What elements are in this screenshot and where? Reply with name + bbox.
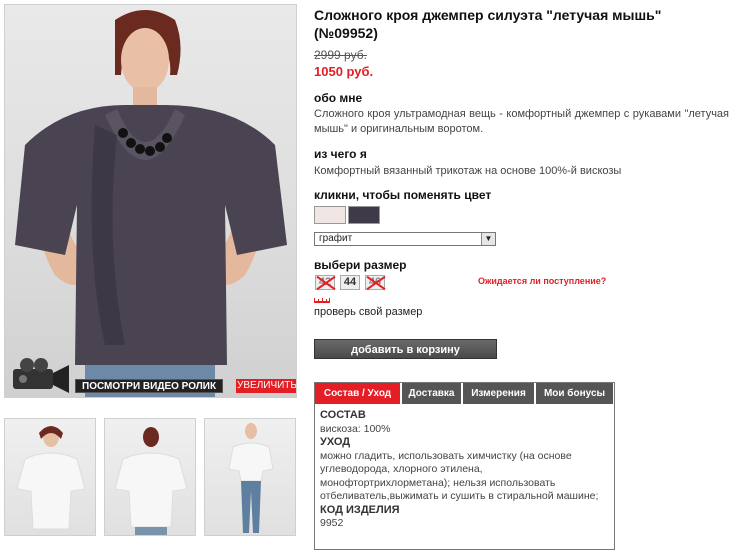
code-heading: КОД ИЗДЕЛИЯ bbox=[320, 503, 400, 516]
size-heading: выбери размер bbox=[314, 258, 407, 272]
product-title: Сложного кроя джемпер силуэта "летучая м… bbox=[314, 7, 662, 41]
tab-content: СОСТАВ вискоза: 100% УХОД можно гладить,… bbox=[320, 409, 608, 531]
tab-row: Состав / Уход Доставка Измерения Мои бон… bbox=[315, 383, 614, 404]
size-option-44[interactable]: 44 bbox=[340, 275, 360, 290]
material-text: Комфортный вязанный трикотаж на основе 1… bbox=[314, 165, 622, 177]
expect-arrival-link[interactable]: Ожидается ли поступление? bbox=[478, 276, 606, 286]
video-bar: ПОСМОТРИ ВИДЕО РОЛИК УВЕЛИЧИТЬ bbox=[5, 358, 296, 397]
color-heading: кликни, чтобы поменять цвет bbox=[314, 188, 492, 202]
thumbnail-figure bbox=[228, 423, 274, 533]
color-select-value: графит bbox=[319, 233, 353, 244]
color-swatch-light[interactable] bbox=[314, 206, 346, 224]
add-to-cart-button[interactable]: добавить в корзину bbox=[314, 339, 497, 359]
new-price: 1050 руб. bbox=[314, 64, 374, 79]
info-tabs: Состав / Уход Доставка Измерения Мои бон… bbox=[314, 382, 615, 550]
chevron-down-icon[interactable]: ▼ bbox=[481, 233, 495, 245]
composition-value: вискоза: 100% bbox=[320, 422, 391, 435]
tab-measurements[interactable]: Измерения bbox=[463, 383, 535, 404]
size-option-46[interactable]: 46 bbox=[365, 275, 385, 290]
material-heading: из чего я bbox=[314, 147, 367, 161]
main-product-photo[interactable]: ПОСМОТРИ ВИДЕО РОЛИК УВЕЛИЧИТЬ bbox=[4, 4, 297, 398]
color-select[interactable]: графит ▼ bbox=[314, 232, 496, 246]
tab-bonuses[interactable]: Мои бонусы bbox=[536, 383, 614, 404]
code-value: 9952 bbox=[320, 517, 344, 529]
old-price: 2999 руб. bbox=[314, 48, 367, 62]
tab-delivery[interactable]: Доставка bbox=[402, 383, 462, 404]
thumbnail-2[interactable] bbox=[104, 418, 196, 536]
watch-video-link[interactable]: ПОСМОТРИ ВИДЕО РОЛИК bbox=[75, 379, 224, 393]
tab-composition-care[interactable]: Состав / Уход bbox=[315, 383, 401, 404]
about-heading: обо мне bbox=[314, 91, 363, 105]
care-heading: УХОД bbox=[320, 436, 351, 448]
video-camera-icon bbox=[13, 358, 69, 393]
composition-heading: СОСТАВ bbox=[320, 409, 366, 421]
thumbnail-1[interactable] bbox=[4, 418, 96, 536]
color-swatch-graphite[interactable] bbox=[348, 206, 380, 224]
size-option-42[interactable]: 42 bbox=[315, 275, 335, 290]
thumbnail-figure bbox=[16, 426, 86, 530]
thumbnail-3[interactable] bbox=[204, 418, 296, 536]
check-size-link[interactable]: проверь свой размер bbox=[314, 306, 422, 318]
thumbnail-figure bbox=[114, 427, 188, 535]
care-value: можно гладить, использовать химчистку (н… bbox=[320, 449, 599, 503]
model-figure bbox=[15, 10, 287, 397]
ruler-icon bbox=[314, 298, 330, 303]
about-text: Сложного кроя ультрамодная вещь - комфор… bbox=[314, 108, 729, 135]
zoom-button[interactable]: УВЕЛИЧИТЬ bbox=[236, 379, 296, 393]
